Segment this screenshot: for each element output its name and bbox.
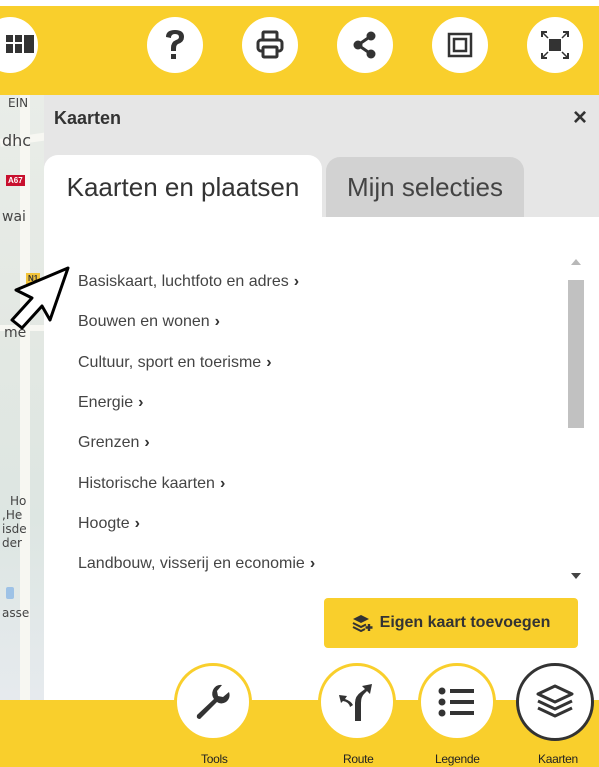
legend-label: Legende — [435, 752, 480, 766]
add-layer-icon — [352, 615, 373, 632]
fullscreen-button[interactable] — [527, 17, 583, 73]
list-item[interactable]: Bouwen en wonen › — [78, 302, 558, 342]
list-item[interactable]: Energie › — [78, 383, 558, 423]
chevron-right-icon: › — [214, 313, 220, 331]
wrench-icon — [196, 684, 230, 719]
tab-label: Mijn selecties — [346, 171, 504, 202]
route-label: Route — [343, 752, 374, 766]
chevron-right-icon: › — [309, 555, 316, 573]
scrollbar[interactable] — [565, 255, 587, 585]
chevron-right-icon: › — [144, 434, 150, 452]
chevron-right-icon: › — [266, 353, 272, 371]
fullscreen-icon — [541, 31, 569, 59]
panel-header: Kaarten × — [44, 95, 599, 145]
map-label: Ho — [10, 494, 27, 508]
category-label: Bouwen en wonen — [78, 313, 210, 331]
category-label: Basiskaart, luchtfoto en adres — [78, 273, 289, 291]
list-icon — [438, 687, 474, 717]
map-label: isde — [2, 522, 27, 536]
top-toolbar — [0, 0, 599, 95]
chevron-right-icon: › — [134, 514, 140, 532]
list-item[interactable]: Cultuur, sport en toerisme › — [78, 343, 558, 383]
frame-button[interactable] — [432, 17, 488, 73]
list-item[interactable]: Grenzen › — [78, 423, 558, 463]
tools-label: Tools — [201, 752, 228, 766]
map-label: asse — [2, 606, 30, 620]
category-label: Cultuur, sport en toerisme — [78, 353, 262, 371]
chevron-right-icon: › — [138, 394, 144, 412]
bottom-nav — [0, 700, 599, 767]
toolbar-top-edge — [0, 0, 599, 6]
share-icon — [353, 31, 376, 59]
add-own-map-button[interactable]: Eigen kaart toevoegen — [324, 598, 578, 648]
panel-body: Basiskaart, luchtfoto en adres › Bouwen e… — [44, 217, 599, 700]
chevron-right-icon: › — [219, 474, 226, 492]
tools-button[interactable] — [174, 663, 252, 741]
maps-label: Kaarten — [538, 752, 578, 766]
share-button[interactable] — [337, 17, 393, 73]
add-own-map-label: Eigen kaart toevoegen — [379, 614, 551, 631]
category-label: Hoogte — [78, 514, 130, 532]
scroll-thumb[interactable] — [568, 280, 584, 428]
map-label: EIN — [8, 96, 29, 110]
map-label: ,He — [2, 508, 23, 522]
chevron-right-icon: › — [293, 273, 300, 291]
print-button[interactable] — [242, 17, 298, 73]
category-label: Energie — [78, 394, 134, 412]
tab-my-selections[interactable]: Mijn selecties — [326, 157, 524, 217]
grid-map-icon — [6, 35, 34, 53]
road-shield: A67 — [6, 175, 25, 186]
scroll-down-arrow-icon[interactable] — [571, 573, 581, 579]
water-shape — [6, 587, 14, 599]
list-item[interactable]: Hoogte › — [78, 504, 558, 544]
list-item[interactable]: Landbouw, visserij en economie › — [78, 544, 558, 584]
map-label: wai — [2, 209, 26, 225]
category-list: Basiskaart, luchtfoto en adres › Bouwen e… — [78, 262, 558, 584]
scroll-up-arrow-icon[interactable] — [571, 259, 581, 265]
basemap-button[interactable] — [0, 17, 38, 73]
category-label: Historische kaarten — [78, 474, 215, 492]
tab-label: Kaarten en plaatsen — [66, 171, 300, 202]
maps-button[interactable] — [516, 663, 594, 741]
close-button[interactable]: × — [567, 104, 593, 132]
help-button[interactable] — [147, 17, 203, 73]
legend-button[interactable] — [418, 663, 496, 741]
map-label: dhc — [2, 131, 32, 150]
layers-icon — [536, 684, 574, 718]
list-item[interactable]: Historische kaarten › — [78, 463, 558, 503]
route-button[interactable] — [318, 663, 396, 741]
list-item[interactable]: Basiskaart, luchtfoto en adres › — [78, 262, 558, 302]
question-icon — [166, 30, 184, 59]
category-label: Landbouw, visserij en economie — [78, 555, 305, 573]
printer-icon — [256, 30, 284, 59]
mouse-cursor-icon — [10, 266, 70, 330]
map-label: der — [2, 536, 22, 550]
frame-icon — [447, 32, 473, 58]
route-icon — [339, 684, 372, 721]
tab-maps-and-places[interactable]: Kaarten en plaatsen — [44, 155, 322, 219]
maps-panel: Kaarten × Kaarten en plaatsen Mijn selec… — [44, 95, 599, 700]
panel-title: Kaarten — [54, 108, 122, 128]
category-label: Grenzen — [78, 434, 140, 452]
